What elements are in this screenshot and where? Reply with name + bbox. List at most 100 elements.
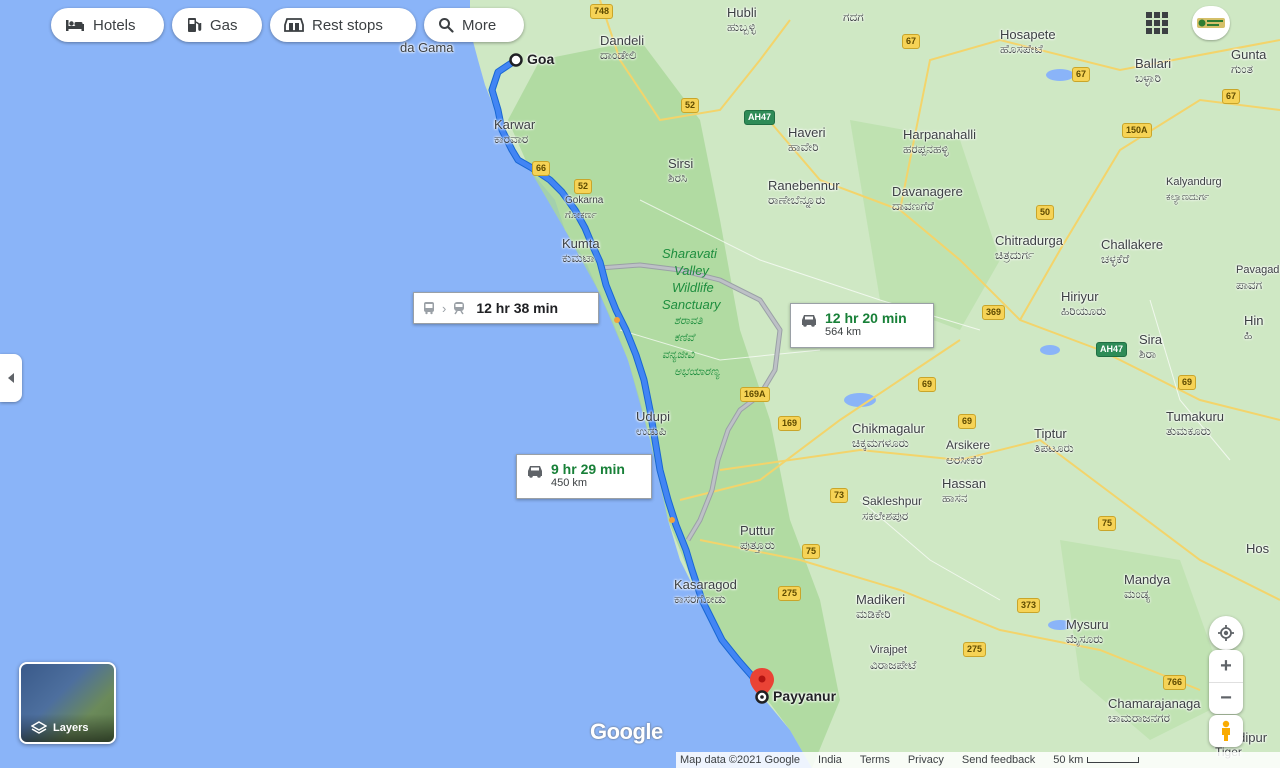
place-label-kn: ಹಿ	[1244, 328, 1253, 342]
place-label-kn: ಹಾವೇರಿ	[788, 140, 819, 154]
send-feedback-link[interactable]: Send feedback	[962, 754, 1035, 766]
place-label: Virajpet ವಿರಾಜಪೇಟೆ	[870, 643, 916, 673]
place-label-en: Karwar	[494, 117, 536, 132]
route-box-alt[interactable]: 12 hr 20 min 564 km	[790, 303, 934, 348]
collapse-panel-button[interactable]	[0, 354, 22, 402]
highway-shield: 169A	[740, 387, 770, 402]
place-label-kn: ಚಾಮರಾಜನಗರ	[1108, 711, 1171, 725]
place-label-en: Ballari	[1135, 56, 1172, 71]
zoom-out-button[interactable]: −	[1209, 683, 1243, 714]
chip-hotels[interactable]: Hotels	[51, 8, 164, 42]
place-label-en: Challakere	[1101, 237, 1164, 252]
chip-gas[interactable]: Gas	[172, 8, 262, 42]
route-box-main[interactable]: 9 hr 29 min 450 km	[516, 454, 652, 499]
highway-shield: 67	[902, 34, 921, 49]
highway-shield: AH47	[1096, 342, 1128, 357]
place-label-en: Gunta	[1231, 47, 1267, 62]
chip-label: More	[462, 16, 497, 34]
park-label-kn: ವನ್ಯಜೀವಿ	[662, 349, 695, 361]
place-label: Kalyandurg ಕಲ್ಯಾಣದುರ್ಗ	[1166, 175, 1222, 205]
highway-shield: 169	[778, 416, 802, 431]
map-data-text: Map data ©2021 Google	[680, 754, 801, 766]
place-label-kn: ಗುಂತ	[1231, 62, 1253, 76]
place-label-en: Tumakuru	[1166, 409, 1225, 424]
place-label-kn: ಪುತ್ತೂರು	[740, 538, 775, 552]
place-label-en: Mysuru	[1066, 617, 1109, 632]
scale-label: 50 km	[1053, 754, 1084, 766]
place-label: ಗದಗ	[843, 10, 864, 25]
place-label: Dandeli ದಾಂಡೇಲಿ	[600, 33, 644, 63]
place-label-kn: ದಾಂಡೇಲಿ	[600, 48, 637, 62]
pegman-button[interactable]	[1209, 715, 1243, 747]
highway-shield: 75	[1098, 516, 1117, 531]
traffic-marker	[669, 517, 675, 523]
place-label-kn: ಮೈಸೂರು	[1066, 632, 1104, 646]
place-label-en: Hin	[1244, 313, 1264, 328]
place-label-en: Kalyandurg	[1166, 176, 1222, 188]
place-label: Kumta ಕುಮಟಾ	[562, 236, 600, 266]
chip-more[interactable]: More	[424, 8, 524, 42]
place-label: Karwar ಕಾರವಾರ	[494, 117, 535, 147]
place-label-origin[interactable]: Goa	[527, 52, 554, 67]
place-label-en: Haveri	[788, 125, 826, 140]
place-label-en: Sakleshpur	[862, 494, 923, 508]
place-label-en: Virajpet	[870, 644, 908, 656]
route-time: 9 hr 29 min	[551, 461, 625, 477]
place-label: Chamarajanaga ಚಾಮರಾಜನಗರ	[1108, 696, 1201, 726]
place-label: Arsikere ಅರಸೀಕೆರೆ	[946, 438, 990, 468]
place-label-kn: ಶಿರಸಿ	[668, 171, 688, 185]
place-label: Hassan ಹಾಸನ	[942, 476, 986, 506]
place-label-kn: ಹೊಸಪೇಟೆ	[1000, 42, 1043, 56]
place-label-en: Chitradurga	[995, 233, 1063, 248]
park-label-line: Sharavati	[662, 246, 717, 261]
terms-link[interactable]: Terms	[860, 754, 890, 766]
country-link[interactable]: India	[818, 754, 842, 766]
highway-shield: 369	[982, 305, 1006, 320]
place-label: Chikmagalur ಚಿಕ್ಕಮಗಳೂರು	[852, 421, 925, 451]
route-time: 12 hr 38 min	[476, 300, 559, 316]
highway-shield: 373	[1017, 598, 1041, 613]
place-label-kn: ಶಿರಾ	[1139, 347, 1157, 361]
account-avatar[interactable]	[1192, 6, 1230, 40]
place-label-kn: ಚಳ್ಳಕೆರೆ	[1101, 252, 1130, 266]
route-box-transit[interactable]: › 12 hr 38 min	[413, 292, 599, 324]
origin-marker[interactable]	[509, 53, 523, 67]
highway-shield: 52	[681, 98, 700, 113]
place-label-en: Arsikere	[946, 438, 991, 452]
place-label-kn: ಅರಸೀಕೆರೆ	[946, 453, 983, 467]
park-label-kn: ಕಣಿವೆ	[674, 332, 695, 344]
layers-button[interactable]: Layers	[19, 662, 116, 744]
place-label-kn: ಮಡಿಕೇರಿ	[856, 607, 891, 621]
map-canvas[interactable]	[0, 0, 1280, 768]
car-icon	[799, 312, 819, 328]
place-label-en: Chikmagalur	[852, 421, 925, 436]
place-label-kn: ಕಾಸರಗೋಡು	[674, 592, 726, 606]
zoom-in-button[interactable]: +	[1209, 651, 1243, 683]
apps-grid-icon[interactable]	[1146, 12, 1168, 34]
place-label: Gunta ಗುಂತ	[1231, 47, 1266, 77]
place-label-kn: ಚಿಕ್ಕಮಗಳೂರು	[852, 436, 909, 450]
chip-rest-stops[interactable]: Rest stops	[270, 8, 416, 42]
place-label: Gokarna ಗೋಕರ್ಣ	[565, 193, 603, 223]
place-label-en: Pavagad	[1236, 264, 1280, 276]
place-label: Pavagad ಪಾವಗ	[1236, 263, 1279, 293]
place-label-destination[interactable]: Payyanur	[773, 689, 836, 704]
highway-shield: 73	[830, 488, 849, 503]
scale-bar[interactable]: 50 km	[1053, 754, 1140, 766]
place-label-kn: ರಾಣೇಬೆನ್ನೂರು	[768, 193, 826, 207]
place-label-kn: ತುಮಕೂರು	[1166, 424, 1211, 438]
my-location-button[interactable]	[1209, 616, 1243, 650]
place-label: Haveri ಹಾವೇರಿ	[788, 125, 826, 155]
route-time: 12 hr 20 min	[825, 310, 907, 326]
place-label-en: Chamarajanaga	[1108, 696, 1201, 711]
place-label-kn: ಬಳ್ಳಾರಿ	[1135, 71, 1161, 85]
traffic-marker	[614, 317, 620, 323]
place-label-kn: ಕಾರವಾರ	[494, 132, 529, 146]
highway-shield: 66	[532, 161, 551, 176]
place-label: Harpanahalli ಹರಪ್ಪನಹಳ್ಳಿ	[903, 127, 976, 157]
route-distance: 564 km	[825, 326, 862, 338]
privacy-link[interactable]: Privacy	[908, 754, 944, 766]
park-label-kn: ಶರಾವತಿ	[674, 315, 703, 327]
place-label-kn: ಮಂಡ್ಯ	[1124, 587, 1151, 601]
chip-label: Hotels	[93, 16, 136, 34]
